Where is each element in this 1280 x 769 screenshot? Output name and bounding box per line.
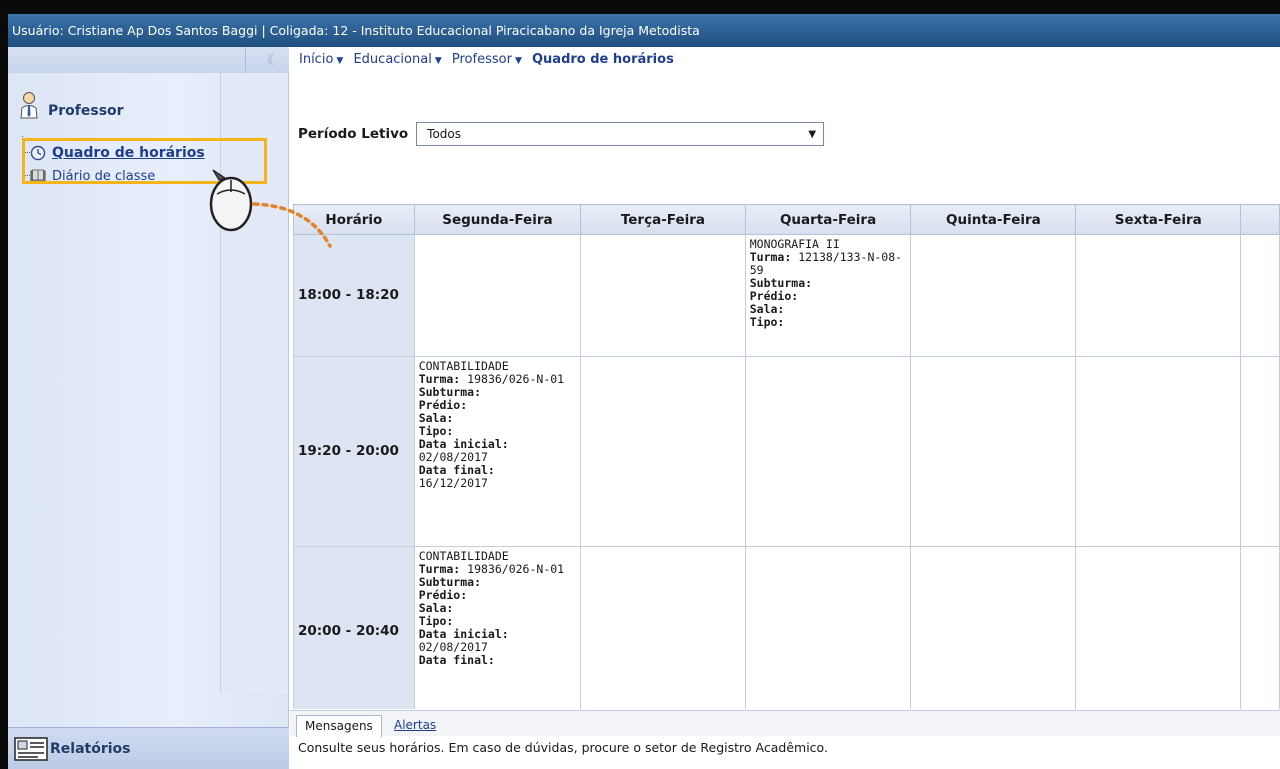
schedule-table: Horário Segunda-Feira Terça-Feira Quarta… <box>293 204 1280 709</box>
caret-down-icon[interactable]: ▼ <box>435 56 442 66</box>
slot-field: Data inicial: 02/08/2017 <box>419 628 576 654</box>
tab-alertas[interactable]: Alertas <box>386 715 444 737</box>
slot-field-label: Prédio: <box>749 289 799 303</box>
schedule-cell <box>910 234 1077 357</box>
schedule-header-row: Horário Segunda-Feira Terça-Feira Quarta… <box>293 204 1280 235</box>
person-icon <box>20 92 38 119</box>
caret-down-icon[interactable]: ▼ <box>515 56 522 66</box>
slot-field-label: Data inicial: <box>418 627 509 641</box>
schedule-cell <box>744 546 912 709</box>
column-header: Sexta-Feira <box>1075 204 1242 235</box>
slot-field-label: Tipo: <box>418 424 454 438</box>
slot-field-label: Tipo: <box>418 614 454 628</box>
column-header-overflow <box>1240 204 1280 235</box>
class-slot[interactable]: MONOGRAFIA II Turma: 12138/133-N-08-59 Sub… <box>750 238 907 329</box>
period-filter: Período Letivo Todos ▼ <box>298 122 825 146</box>
breadcrumb: Início ▼ Educacional ▼ Professor ▼ Quadro d… <box>290 47 1280 73</box>
schedule-cell <box>1075 234 1242 357</box>
schedule-row: 18:00 - 18:20 MONOGRAFIA II Turma: 12138/1… <box>293 234 1280 357</box>
schedule-cell <box>580 546 746 709</box>
column-header: Quarta-Feira <box>744 204 912 235</box>
column-header: Segunda-Feira <box>413 204 582 235</box>
schedule-cell <box>413 234 582 357</box>
period-select-value: Todos <box>427 127 462 141</box>
collapse-sidebar-button[interactable]: 《 <box>245 47 289 73</box>
class-slot[interactable]: CONTABILIDADE Turma: 19836/026-N-01 Subtur… <box>419 550 576 667</box>
column-header: Terça-Feira <box>580 204 746 235</box>
professor-menu-title: Professor <box>48 103 124 119</box>
time-cell: 20:00 - 20:40 <box>293 546 415 709</box>
reports-label: Relatórios <box>50 740 131 757</box>
slot-field-label: Prédio: <box>418 588 468 602</box>
schedule-cell-overflow <box>1240 356 1280 547</box>
breadcrumb-item[interactable]: Início <box>299 52 333 67</box>
slot-field-label: Sala: <box>418 601 454 615</box>
schedule-cell-overflow <box>1240 234 1280 357</box>
class-slot[interactable]: CONTABILIDADE Turma: 19836/026-N-01 Subtur… <box>419 360 576 490</box>
report-icon <box>14 736 48 761</box>
period-label: Período Letivo <box>298 126 409 142</box>
schedule-cell[interactable]: MONOGRAFIA II Turma: 12138/133-N-08-59 Sub… <box>744 234 912 357</box>
schedule-cell-overflow <box>1240 546 1280 709</box>
reports-section[interactable]: Relatórios <box>8 727 289 769</box>
status-message: Consulte seus horários. Em caso de dúvid… <box>298 740 828 755</box>
breadcrumb-current: Quadro de horários <box>532 52 674 67</box>
slot-field: Data final: 16/12/2017 <box>419 464 576 490</box>
period-select[interactable]: Todos ▼ <box>416 122 825 146</box>
slot-field-value: 19836/026-N-01 <box>467 562 565 576</box>
schedule-row: 20:00 - 20:40 CONTABILIDADE Turma: 19836/0… <box>293 546 1280 709</box>
message-tabs: Mensagens Alertas <box>290 710 1280 737</box>
schedule-cell <box>580 234 746 357</box>
slot-field-label: Turma: <box>418 372 461 386</box>
slot-field-label: Subturma: <box>749 276 813 290</box>
schedule-cell <box>910 546 1077 709</box>
schedule-cell <box>744 356 912 547</box>
slot-field-label: Data inicial: <box>418 437 509 451</box>
slot-field-label: Turma: <box>749 250 792 264</box>
slot-field-label: Turma: <box>418 562 461 576</box>
schedule-cell[interactable]: CONTABILIDADE Turma: 19836/026-N-01 Subtur… <box>413 546 582 709</box>
breadcrumb-item[interactable]: Educacional <box>353 52 431 67</box>
slot-field-label: Subturma: <box>418 575 481 589</box>
mouse-cursor-icon <box>209 169 253 232</box>
schedule-container: Horário Segunda-Feira Terça-Feira Quarta… <box>293 204 1280 709</box>
slot-field-label: Data final: <box>418 653 495 667</box>
slot-field-label: Data final: <box>418 463 495 477</box>
tab-mensagens[interactable]: Mensagens <box>296 715 382 737</box>
app-window: Usuário: Cristiane Ap Dos Santos Baggi |… <box>8 14 1280 769</box>
slot-field-label: Sala: <box>418 411 454 425</box>
slot-field-label: Sala: <box>749 302 785 316</box>
user-info-bar: Usuário: Cristiane Ap Dos Santos Baggi |… <box>8 14 1280 47</box>
slot-field-value: 19836/026-N-01 <box>467 372 565 386</box>
slot-field-label: Tipo: <box>749 315 785 329</box>
slot-field: Tipo: <box>750 316 907 329</box>
schedule-cell <box>910 356 1077 547</box>
professor-menu-group: Professor <box>18 89 218 119</box>
slot-field-value: 16/12/2017 <box>418 476 488 490</box>
annotation-arrow <box>252 202 332 248</box>
slot-field: Data final: <box>419 654 576 667</box>
slot-field-label: Prédio: <box>418 398 468 412</box>
column-header: Quinta-Feira <box>910 204 1077 235</box>
slot-field-label: Subturma: <box>418 385 481 399</box>
time-cell: 19:20 - 20:00 <box>293 356 415 547</box>
schedule-cell <box>1075 546 1242 709</box>
slot-field: Turma: 12138/133-N-08-59 <box>750 251 907 277</box>
sidebar-header: 《 <box>8 47 289 73</box>
schedule-row: 19:20 - 20:00 CONTABILIDADE Turma: 19836/0… <box>293 356 1280 547</box>
breadcrumb-item[interactable]: Professor <box>452 52 512 67</box>
professor-menu-header[interactable]: Professor <box>18 89 218 119</box>
caret-down-icon[interactable]: ▼ <box>336 56 343 66</box>
schedule-cell <box>1075 356 1242 547</box>
schedule-cell <box>580 356 746 547</box>
schedule-cell[interactable]: CONTABILIDADE Turma: 19836/026-N-01 Subtur… <box>413 356 582 547</box>
dropdown-arrow-icon[interactable]: ▼ <box>801 129 823 140</box>
slot-field: Data inicial: 02/08/2017 <box>419 438 576 464</box>
